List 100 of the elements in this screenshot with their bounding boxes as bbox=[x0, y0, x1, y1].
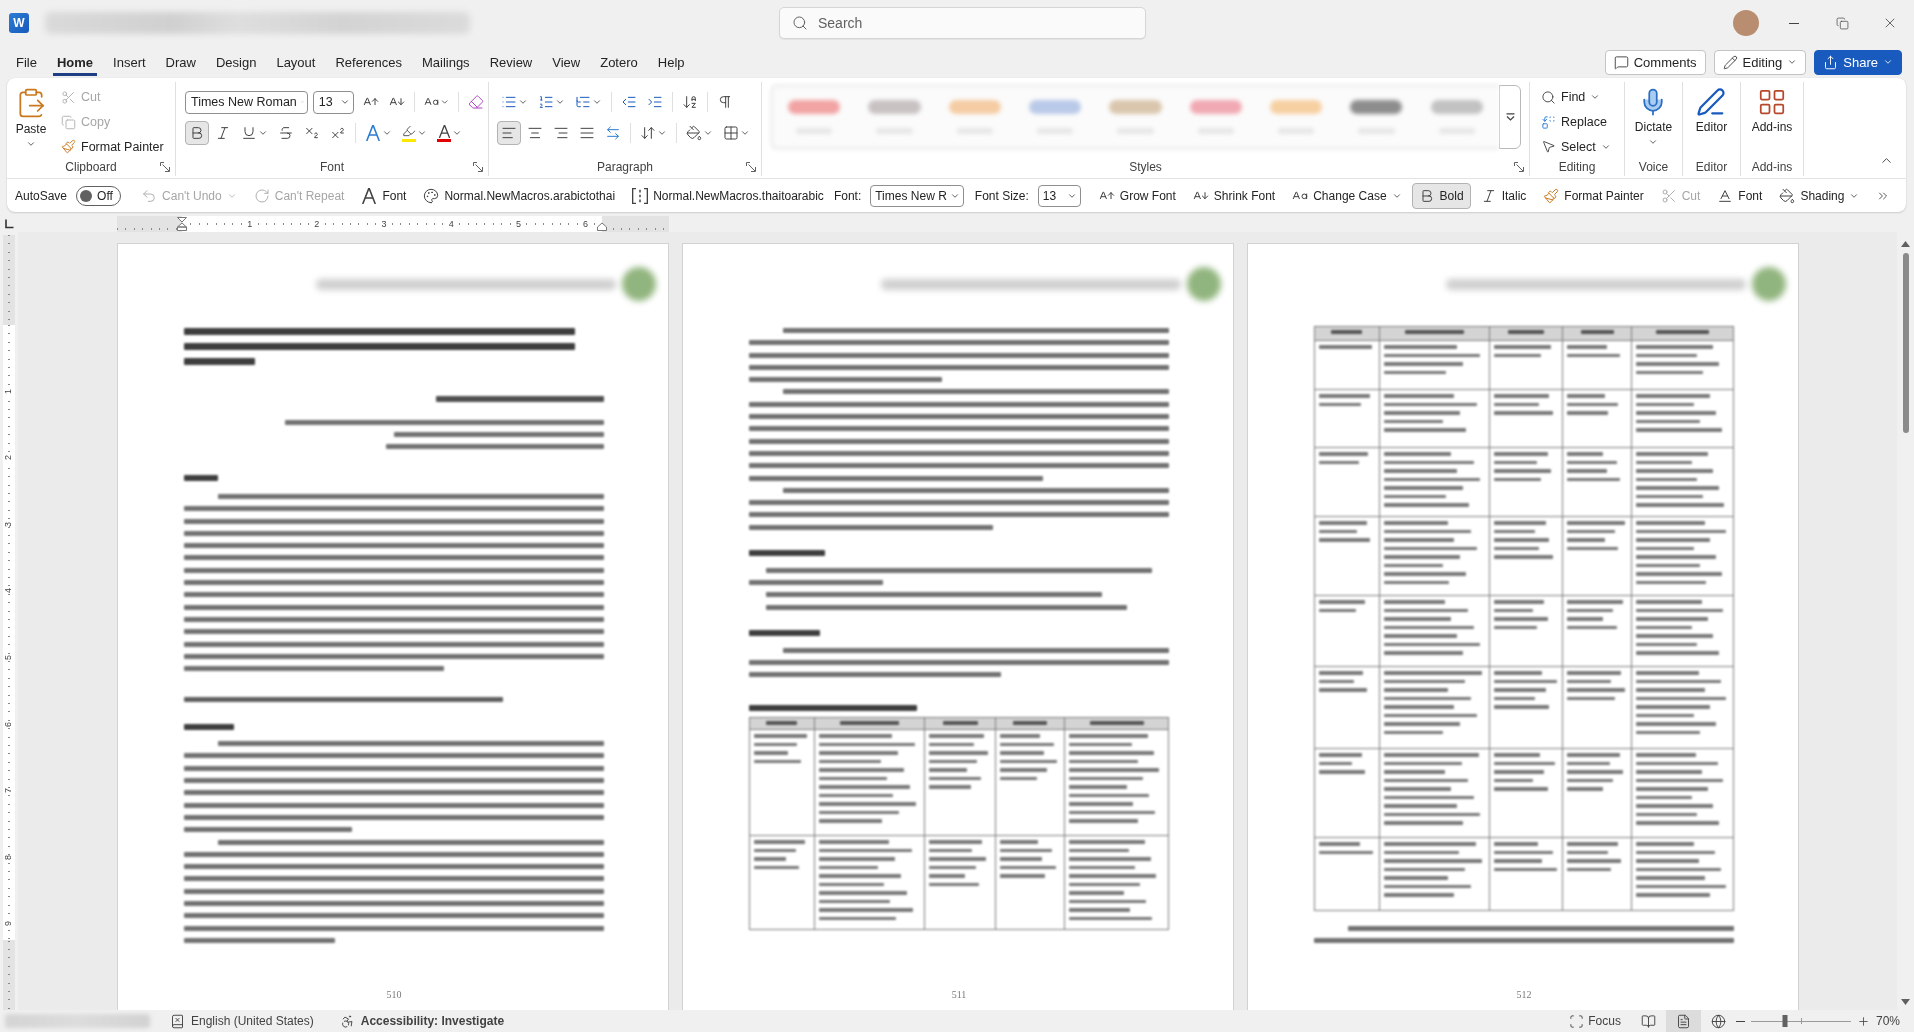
scroll-up-icon[interactable] bbox=[1901, 241, 1910, 247]
add-ins-button[interactable]: Add-ins bbox=[1747, 85, 1797, 136]
font-color-icon bbox=[437, 124, 451, 142]
caret-icon bbox=[1648, 137, 1659, 147]
search-field[interactable]: Search bbox=[779, 7, 1146, 39]
menu-tab[interactable]: Help bbox=[653, 48, 689, 76]
sort-icon bbox=[682, 94, 698, 110]
increase-indent-icon bbox=[647, 94, 663, 110]
comments-button[interactable]: Comments bbox=[1604, 49, 1706, 75]
select-button[interactable]: Select bbox=[1537, 135, 1615, 158]
macro-button[interactable]: Normal.NewMacros.arabictothai bbox=[416, 182, 623, 209]
zoom-level[interactable]: 70% bbox=[1875, 1014, 1900, 1028]
grid-icon bbox=[1757, 87, 1787, 117]
format-painter-button[interactable]: Format Painter bbox=[57, 135, 168, 158]
caret-icon bbox=[452, 128, 462, 138]
caret-icon bbox=[657, 128, 667, 138]
menu-tab[interactable]: File bbox=[12, 48, 41, 76]
strikethrough-icon bbox=[278, 125, 294, 141]
scroll-down-icon[interactable] bbox=[1901, 999, 1910, 1005]
horizontal-ruler[interactable]: 1 2 3 4 5 6 bbox=[117, 216, 669, 232]
find-button[interactable]: Find bbox=[1537, 86, 1605, 109]
page-icon bbox=[1675, 1013, 1691, 1029]
dialog-launcher-icon[interactable] bbox=[746, 162, 756, 172]
zoom-slider-thumb[interactable] bbox=[1782, 1015, 1788, 1027]
bold-button[interactable] bbox=[185, 121, 209, 145]
italic-button[interactable]: Italic bbox=[1473, 182, 1534, 209]
zoom-in-icon bbox=[1856, 1014, 1870, 1028]
accessibility-status[interactable]: Accessibility: Investigate bbox=[360, 1014, 505, 1028]
page-number: 510 bbox=[386, 989, 402, 1000]
print-layout-button[interactable] bbox=[1665, 1010, 1701, 1032]
dialog-launcher-icon[interactable] bbox=[473, 162, 483, 172]
ruler-number: 5 bbox=[4, 654, 14, 660]
palette-icon bbox=[423, 187, 440, 204]
format-painter-button[interactable]: Format Painter bbox=[1536, 182, 1651, 209]
paste-button[interactable]: Paste bbox=[11, 85, 51, 151]
menu-tab[interactable]: Mailings bbox=[417, 48, 474, 76]
caret-icon bbox=[592, 97, 602, 107]
book-icon bbox=[1640, 1013, 1656, 1029]
font-color-button[interactable]: Font bbox=[1710, 182, 1770, 209]
italic-icon bbox=[215, 125, 231, 141]
shading-button[interactable]: Shading bbox=[1772, 182, 1867, 209]
menu-tab[interactable]: Insert bbox=[109, 48, 150, 76]
bold-button[interactable]: Bold bbox=[1411, 182, 1471, 209]
dialog-launcher-icon[interactable] bbox=[1514, 162, 1524, 172]
font-dialog-button[interactable]: Font bbox=[354, 182, 414, 209]
proofing-icon bbox=[170, 1013, 185, 1029]
ruler-number: 5 bbox=[515, 219, 521, 229]
blurred-heading-drawing bbox=[749, 629, 821, 636]
editing-mode-button[interactable]: Editing bbox=[1713, 49, 1807, 75]
restore-icon bbox=[1835, 16, 1849, 30]
tab-selector-icon[interactable] bbox=[4, 219, 14, 229]
menu-tab[interactable]: Home bbox=[52, 48, 98, 76]
replace-button[interactable]: Replace bbox=[1537, 110, 1611, 134]
user-avatar[interactable] bbox=[1733, 10, 1759, 36]
align-left-button[interactable] bbox=[497, 121, 521, 145]
menu-tab[interactable]: Zotero bbox=[596, 48, 642, 76]
language-label[interactable]: English (United States) bbox=[191, 1014, 314, 1028]
dictate-button[interactable]: Dictate bbox=[1630, 85, 1677, 149]
menu-tab[interactable]: References bbox=[331, 48, 406, 76]
paint-bucket-icon bbox=[686, 125, 702, 141]
macro-button[interactable]: Normal.NewMacros.thaitoarabic bbox=[625, 182, 831, 209]
blurred-heading-drawing bbox=[184, 475, 218, 481]
menu-tab[interactable]: Review bbox=[485, 48, 537, 76]
font-name-field[interactable]: Times New Roman bbox=[185, 90, 308, 114]
blurred-heading-drawing bbox=[184, 724, 235, 731]
field-label: Font Size: bbox=[974, 188, 1029, 203]
ruler-number: 4 bbox=[448, 219, 454, 229]
caret-icon bbox=[26, 139, 36, 149]
pencil-icon bbox=[1722, 54, 1738, 70]
scrollbar-thumb[interactable] bbox=[1902, 253, 1909, 433]
align-right-icon bbox=[553, 125, 569, 141]
autosave-toggle[interactable]: Off bbox=[76, 185, 122, 206]
circular-arrow-icon bbox=[253, 187, 270, 204]
paintbrush-icon bbox=[61, 139, 76, 155]
vertical-ruler[interactable]: 1 2 3 4 5 6 7 8 9 bbox=[3, 235, 15, 1010]
scissors-icon bbox=[61, 89, 76, 105]
pen-icon bbox=[1696, 87, 1727, 117]
menu-tab[interactable]: Design bbox=[211, 48, 261, 76]
caret-icon bbox=[1883, 57, 1893, 67]
menu-tab[interactable]: View bbox=[548, 48, 585, 76]
font-name-field[interactable]: Times New R bbox=[870, 184, 964, 207]
shrink-font-button[interactable]: Shrink Font bbox=[1185, 182, 1283, 209]
indent-marker-icon[interactable] bbox=[177, 217, 187, 231]
font-size-field[interactable]: 13 bbox=[312, 90, 354, 114]
caret-icon bbox=[339, 97, 350, 107]
app-logo: W bbox=[9, 13, 29, 33]
change-case-button[interactable]: Change Case bbox=[1285, 182, 1409, 209]
share-button[interactable]: Share bbox=[1814, 49, 1902, 75]
dialog-launcher-icon[interactable] bbox=[160, 162, 170, 172]
caret-icon bbox=[417, 128, 427, 138]
menu-tab[interactable]: Draw bbox=[161, 48, 200, 76]
grow-font-button[interactable]: Grow Font bbox=[1091, 182, 1183, 209]
font-size-field[interactable]: 13 bbox=[1037, 184, 1081, 207]
underline-icon bbox=[241, 125, 257, 141]
group-label: Styles bbox=[1129, 160, 1162, 174]
focus-button[interactable]: Focus bbox=[1559, 1010, 1631, 1032]
menu-tab[interactable]: Layout bbox=[272, 48, 320, 76]
editor-button[interactable]: Editor bbox=[1691, 85, 1732, 136]
group-label: Clipboard bbox=[65, 160, 117, 174]
share-icon bbox=[1823, 54, 1839, 70]
